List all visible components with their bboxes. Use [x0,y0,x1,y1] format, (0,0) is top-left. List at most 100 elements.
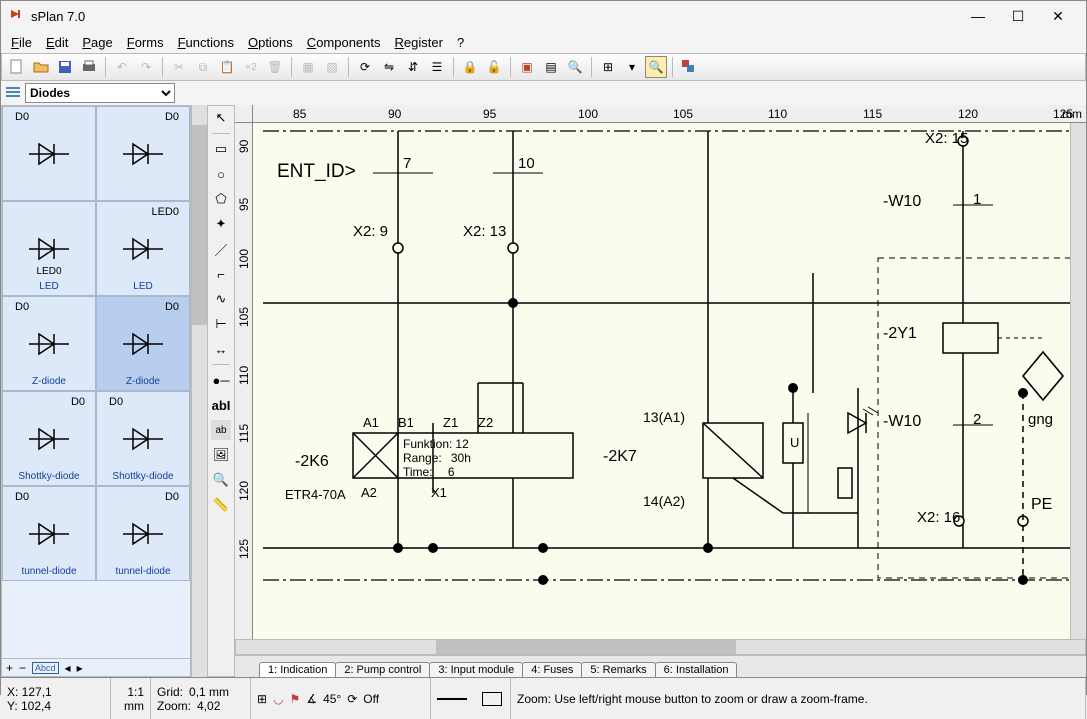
palette-plus[interactable]: + [6,661,13,675]
library-select[interactable]: Diodes [25,83,175,103]
page-tab-2[interactable]: 3: Input module [429,662,523,677]
undo-button[interactable]: ↶ [111,56,133,78]
page-tab-5[interactable]: 6: Installation [655,662,738,677]
lock-button[interactable]: 🔒 [459,56,481,78]
page-tab-0[interactable]: 1: Indication [259,662,336,677]
palette-item-0[interactable]: D0 [2,106,96,201]
page-tab-1[interactable]: 2: Pump control [335,662,430,677]
delete-button[interactable]: 🗑 [264,56,286,78]
palette-next[interactable]: ▸ [77,661,83,675]
paste-button[interactable]: 📋 [216,56,238,78]
group-button[interactable]: ▦ [297,56,319,78]
redo-button[interactable]: ↷ [135,56,157,78]
rect-tool[interactable]: ▭ [211,139,231,159]
cut-button[interactable]: ✂ [168,56,190,78]
page-tabs: 1: Indication2: Pump control3: Input mod… [235,655,1086,677]
component-list-button[interactable]: ▣ [516,56,538,78]
palette-scrollbar[interactable] [191,105,207,677]
unlock-button[interactable]: 🔓 [483,56,505,78]
palette-item-3[interactable]: LED0LED [96,201,190,296]
schematic-canvas[interactable]: ENT_ID> 7 10 X2: 9 X2: 13 X2: 15 X2: 16 … [253,123,1070,639]
measure-tool[interactable]: 📏 [211,495,231,515]
dimension-tool[interactable]: ↔ [211,339,231,359]
text-tool[interactable]: abI [211,395,231,415]
menu-options[interactable]: Options [248,35,293,50]
special-tool[interactable]: ✦ [211,214,231,234]
palette-minus[interactable]: − [19,661,26,675]
status-hint: Zoom: Use left/right mouse button to zoo… [517,692,1079,706]
duplicate-button[interactable]: ×2 [240,56,262,78]
menu-bar: File Edit Page Forms Functions Options C… [1,31,1086,53]
menu-forms[interactable]: Forms [127,35,164,50]
line-tool[interactable]: ／ [211,239,231,259]
properties-button[interactable]: ▤ [540,56,562,78]
circle-tool[interactable]: ○ [211,164,231,184]
save-button[interactable] [54,56,76,78]
image-tool[interactable]: 🖼 [211,445,231,465]
canvas-hscroll[interactable] [235,639,1086,655]
palette-item-4[interactable]: D0Z-diode [2,296,96,391]
cursor-tool[interactable]: ↖ [211,108,231,128]
new-button[interactable] [6,56,28,78]
page-tab-4[interactable]: 5: Remarks [581,662,655,677]
zoom-fit-button[interactable]: 🔍 [645,56,667,78]
rotate-button[interactable]: ⟳ [354,56,376,78]
polyline-tool[interactable]: ⌐ [211,264,231,284]
search-button[interactable]: 🔍 [564,56,586,78]
menu-functions[interactable]: Functions [178,35,234,50]
menu-file[interactable]: File [11,35,32,50]
off-icon[interactable]: ⟳ [347,692,357,706]
palette-item-5[interactable]: D0Z-diode [96,296,190,391]
status-y: Y: 102,4 [7,699,104,713]
grid-button[interactable]: ⊞ [597,56,619,78]
component-palette: D0 D0 LED0LED LED0LED D0Z-diode D0Z-diod… [1,105,191,677]
maximize-button[interactable]: ☐ [998,2,1038,30]
palette-item-6[interactable]: D0Shottky-diode [2,391,96,486]
grid-icon[interactable]: ⊞ [257,692,267,706]
flip-h-button[interactable]: ⇋ [378,56,400,78]
menu-edit[interactable]: Edit [46,35,68,50]
app-title: sPlan 7.0 [31,9,958,24]
bezier-tool[interactable]: ∿ [211,289,231,309]
drawing-tools: ↖ ▭ ○ ⬠ ✦ ／ ⌐ ∿ ⊢ ↔ ●─ abI ab 🖼 🔍 📏 [207,105,235,677]
canvas-vscroll[interactable] [1070,123,1086,639]
connection-tool[interactable]: ⊢ [211,314,231,334]
menu-register[interactable]: Register [395,35,443,50]
align-button[interactable]: ☰ [426,56,448,78]
menu-help[interactable]: ? [457,35,464,50]
title-bar: sPlan 7.0 — ☐ ✕ [1,1,1086,31]
flip-v-button[interactable]: ⇵ [402,56,424,78]
copy-button[interactable]: ⧉ [192,56,214,78]
open-button[interactable] [30,56,52,78]
palette-item-2[interactable]: LED0LED [2,201,96,296]
palette-item-7[interactable]: D0Shottky-diode [96,391,190,486]
menu-components[interactable]: Components [307,35,381,50]
layers-button[interactable] [678,56,700,78]
palette-prev[interactable]: ◂ [65,661,71,675]
palette-item-1[interactable]: D0 [96,106,190,201]
minimize-button[interactable]: — [958,2,998,30]
palette-item-9[interactable]: D0tunnel-diode [96,486,190,581]
junction-tool[interactable]: ●─ [211,370,231,390]
zoom-tool[interactable]: 🔍 [211,470,231,490]
palette-abcd[interactable]: Abcd [32,662,59,674]
ruler-horizontal: 859095100105110115120125mm [253,105,1086,123]
ent-id-label: ENT_ID> [277,161,356,183]
close-button[interactable]: ✕ [1038,2,1078,30]
menu-page[interactable]: Page [82,35,112,50]
print-button[interactable] [78,56,100,78]
ungroup-button[interactable]: ▧ [321,56,343,78]
angle-icon[interactable]: ∡ [306,692,317,706]
library-bar: Diodes [1,81,1086,105]
poly-tool[interactable]: ⬠ [211,189,231,209]
status-bar: X: 127,1 Y: 102,4 1:1 mm Grid:0,1 mm Zoo… [1,677,1086,719]
flag-icon[interactable]: ⚑ [290,692,301,706]
ruler-vertical: 9095100105110115120125 [235,123,253,639]
label-tool[interactable]: ab [211,420,231,440]
page-tab-3[interactable]: 4: Fuses [522,662,582,677]
main-toolbar: ↶ ↷ ✂ ⧉ 📋 ×2 🗑 ▦ ▧ ⟳ ⇋ ⇵ ☰ 🔒 🔓 ▣ ▤ 🔍 ⊞ ▾… [1,53,1086,81]
dropdown-icon[interactable]: ▾ [621,56,643,78]
palette-item-8[interactable]: D0tunnel-diode [2,486,96,581]
app-icon [9,8,25,24]
snap-icon[interactable]: ◡ [273,692,283,706]
